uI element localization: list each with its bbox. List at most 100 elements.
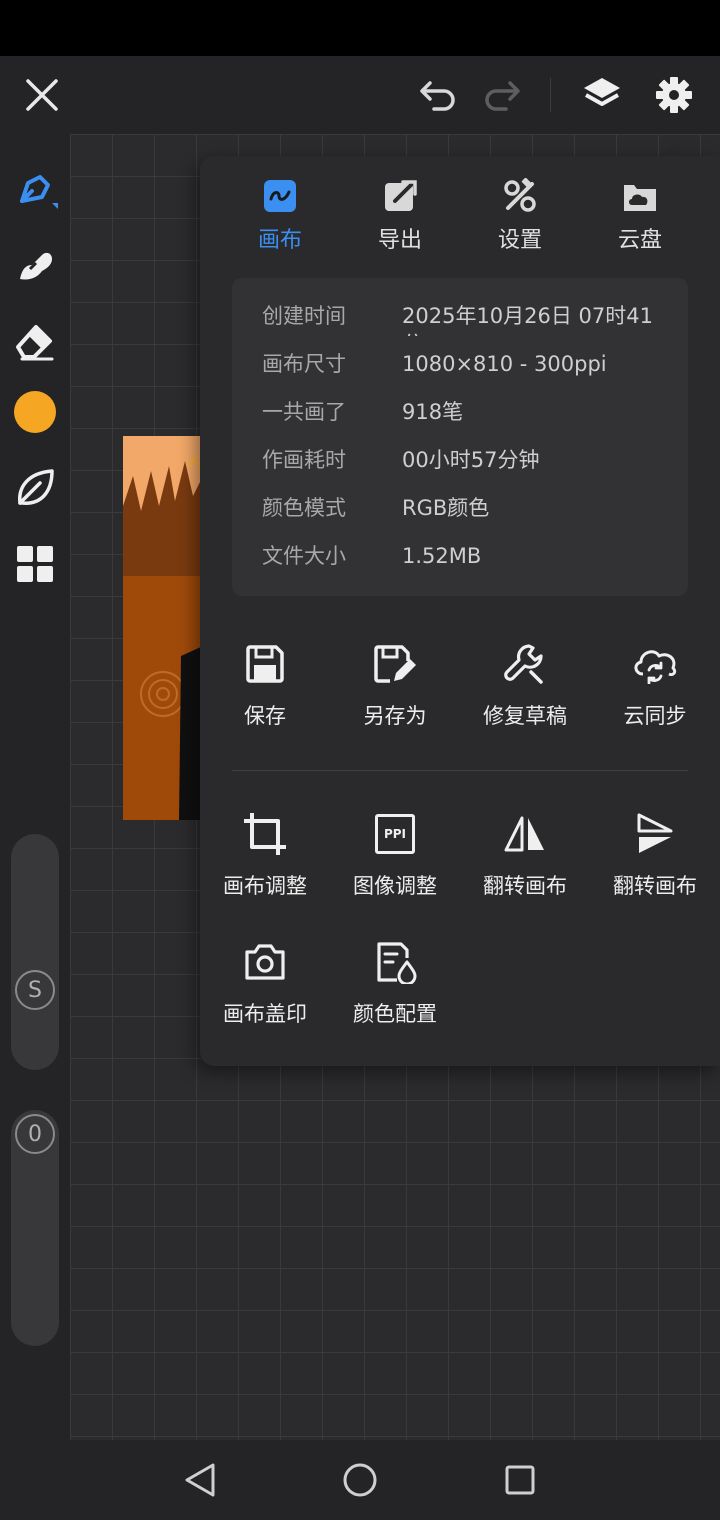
save-as-button[interactable]: 另存为 (330, 636, 460, 736)
save-icon (246, 645, 284, 683)
camera-icon (245, 944, 285, 980)
undo-icon (420, 81, 455, 111)
info-value: RGB颜色 (402, 496, 490, 520)
canvas-settings-panel: 画布 导出 设置 云盘 创建时间 2025年10月26日 07时41 画布尺寸 … (200, 156, 720, 1066)
opacity-knob[interactable]: 0 (13, 1112, 57, 1156)
brush-library-button[interactable] (0, 458, 70, 518)
info-value: 2025年10月26日 07时41分 (402, 304, 654, 336)
artwork-preview (123, 436, 203, 820)
opacity-slider[interactable]: 0 (11, 1110, 59, 1346)
panel-pointer (660, 143, 688, 157)
info-key: 画布尺寸 (262, 352, 346, 376)
nav-recents-button[interactable] (470, 1440, 570, 1520)
info-row-time: 作画耗时 00小时57分钟 (262, 440, 682, 480)
redo-button[interactable] (472, 56, 532, 134)
left-toolbar: S 0 (0, 134, 70, 1440)
system-nav-bar (0, 1440, 720, 1520)
repair-draft-label: 修复草稿 (483, 704, 567, 728)
info-key: 作画耗时 (262, 448, 346, 472)
panel-tabs: 画布 导出 设置 云盘 (200, 174, 720, 264)
settings-icon (504, 178, 536, 212)
actions-row-misc: 画布盖印 颜色配置 (200, 934, 720, 1034)
image-adjust-label: 图像调整 (353, 874, 437, 898)
toolbar-divider (550, 78, 551, 112)
export-icon (385, 180, 417, 211)
opacity-value: 0 (28, 1121, 42, 1147)
flip-canvas-horizontal-button[interactable]: 翻转画布 (460, 806, 590, 906)
back-icon (185, 1463, 215, 1497)
image-adjust-button[interactable]: PPI 图像调整 (330, 806, 460, 906)
flip-canvas-vertical-button[interactable]: 翻转画布 (590, 806, 720, 906)
canvas-adjust-button[interactable]: 画布调整 (200, 806, 330, 906)
undo-button[interactable] (408, 56, 468, 134)
nav-back-button[interactable] (150, 1440, 250, 1520)
info-key: 文件大小 (262, 544, 346, 568)
save-label: 保存 (244, 704, 286, 728)
tab-export-label: 导出 (377, 228, 422, 253)
redo-icon (485, 81, 520, 111)
brush-size-slider[interactable]: S (11, 834, 59, 1070)
grid-menu-icon (17, 546, 53, 582)
tab-cloud-drive-label: 云盘 (617, 228, 662, 253)
status-bar (0, 0, 720, 56)
info-row-size: 画布尺寸 1080×810 - 300ppi (262, 344, 682, 384)
color-profile-button[interactable]: 颜色配置 (330, 934, 460, 1034)
info-value: 918笔 (402, 400, 464, 424)
info-key: 一共画了 (262, 400, 346, 424)
info-row-strokes: 一共画了 918笔 (262, 392, 682, 432)
ppi-badge-text: PPI (383, 827, 407, 841)
info-row-file-size: 文件大小 1.52MB (262, 536, 682, 576)
info-value: 00小时57分钟 (402, 448, 540, 472)
brush-size-knob[interactable]: S (13, 968, 57, 1012)
save-as-icon (374, 645, 416, 683)
smudge-tool-icon (20, 252, 52, 280)
more-tools-button[interactable] (0, 534, 70, 594)
info-row-color-mode: 颜色模式 RGB颜色 (262, 488, 682, 528)
info-value: 1080×810 - 300ppi (402, 352, 607, 376)
ppi-icon: PPI (375, 814, 415, 854)
crop-icon (244, 813, 286, 855)
flip-horizontal-icon (504, 816, 544, 852)
smudge-tool-button[interactable] (0, 232, 70, 292)
cloud-sync-button[interactable]: 云同步 (590, 636, 720, 736)
canvas-adjust-label: 画布调整 (223, 874, 307, 898)
tab-canvas-label: 画布 (257, 228, 302, 253)
flip-vertical-icon (637, 813, 673, 853)
cloud-sync-label: 云同步 (623, 704, 687, 728)
tab-canvas[interactable]: 画布 (220, 174, 340, 264)
eraser-tool-button[interactable] (0, 310, 70, 370)
repair-wrench-icon (504, 644, 543, 684)
tab-settings[interactable]: 设置 (460, 174, 580, 264)
canvas-stamp-label: 画布盖印 (223, 1002, 307, 1026)
pen-tool-icon (20, 175, 58, 209)
color-profile-icon (377, 942, 417, 984)
home-icon (343, 1463, 377, 1497)
repair-draft-button[interactable]: 修复草稿 (460, 636, 590, 736)
canvas-stamp-button[interactable]: 画布盖印 (200, 934, 330, 1034)
actions-row-file: 保存 另存为 修复草稿 云同步 (200, 636, 720, 736)
settings-button[interactable] (644, 56, 704, 134)
info-row-created: 创建时间 2025年10月26日 07时41分 (262, 296, 682, 336)
info-value: 1.52MB (402, 544, 482, 568)
nav-home-button[interactable] (310, 1440, 410, 1520)
eraser-tool-icon (16, 325, 54, 361)
tab-cloud-drive[interactable]: 云盘 (580, 174, 700, 264)
save-button[interactable]: 保存 (200, 636, 330, 736)
tab-export[interactable]: 导出 (340, 174, 460, 264)
color-swatch-button[interactable] (0, 382, 70, 442)
actions-divider (232, 770, 688, 771)
info-key: 颜色模式 (262, 496, 346, 520)
canvas-info-box: 创建时间 2025年10月26日 07时41分 画布尺寸 1080×810 - … (232, 278, 688, 596)
recents-icon (505, 1465, 535, 1495)
color-swatch (14, 391, 56, 433)
cloud-sync-icon (634, 650, 677, 684)
brush-size-value: S (28, 977, 42, 1003)
canvas-icon (264, 180, 296, 212)
color-profile-label: 颜色配置 (353, 1002, 437, 1026)
close-icon (26, 79, 58, 111)
actions-row-adjust: 画布调整 PPI 图像调整 翻转画布 翻转画布 (200, 806, 720, 906)
layers-button[interactable] (572, 56, 632, 134)
close-button[interactable] (12, 56, 72, 134)
pen-tool-button[interactable] (0, 160, 70, 220)
flip-horizontal-label: 翻转画布 (483, 874, 567, 898)
